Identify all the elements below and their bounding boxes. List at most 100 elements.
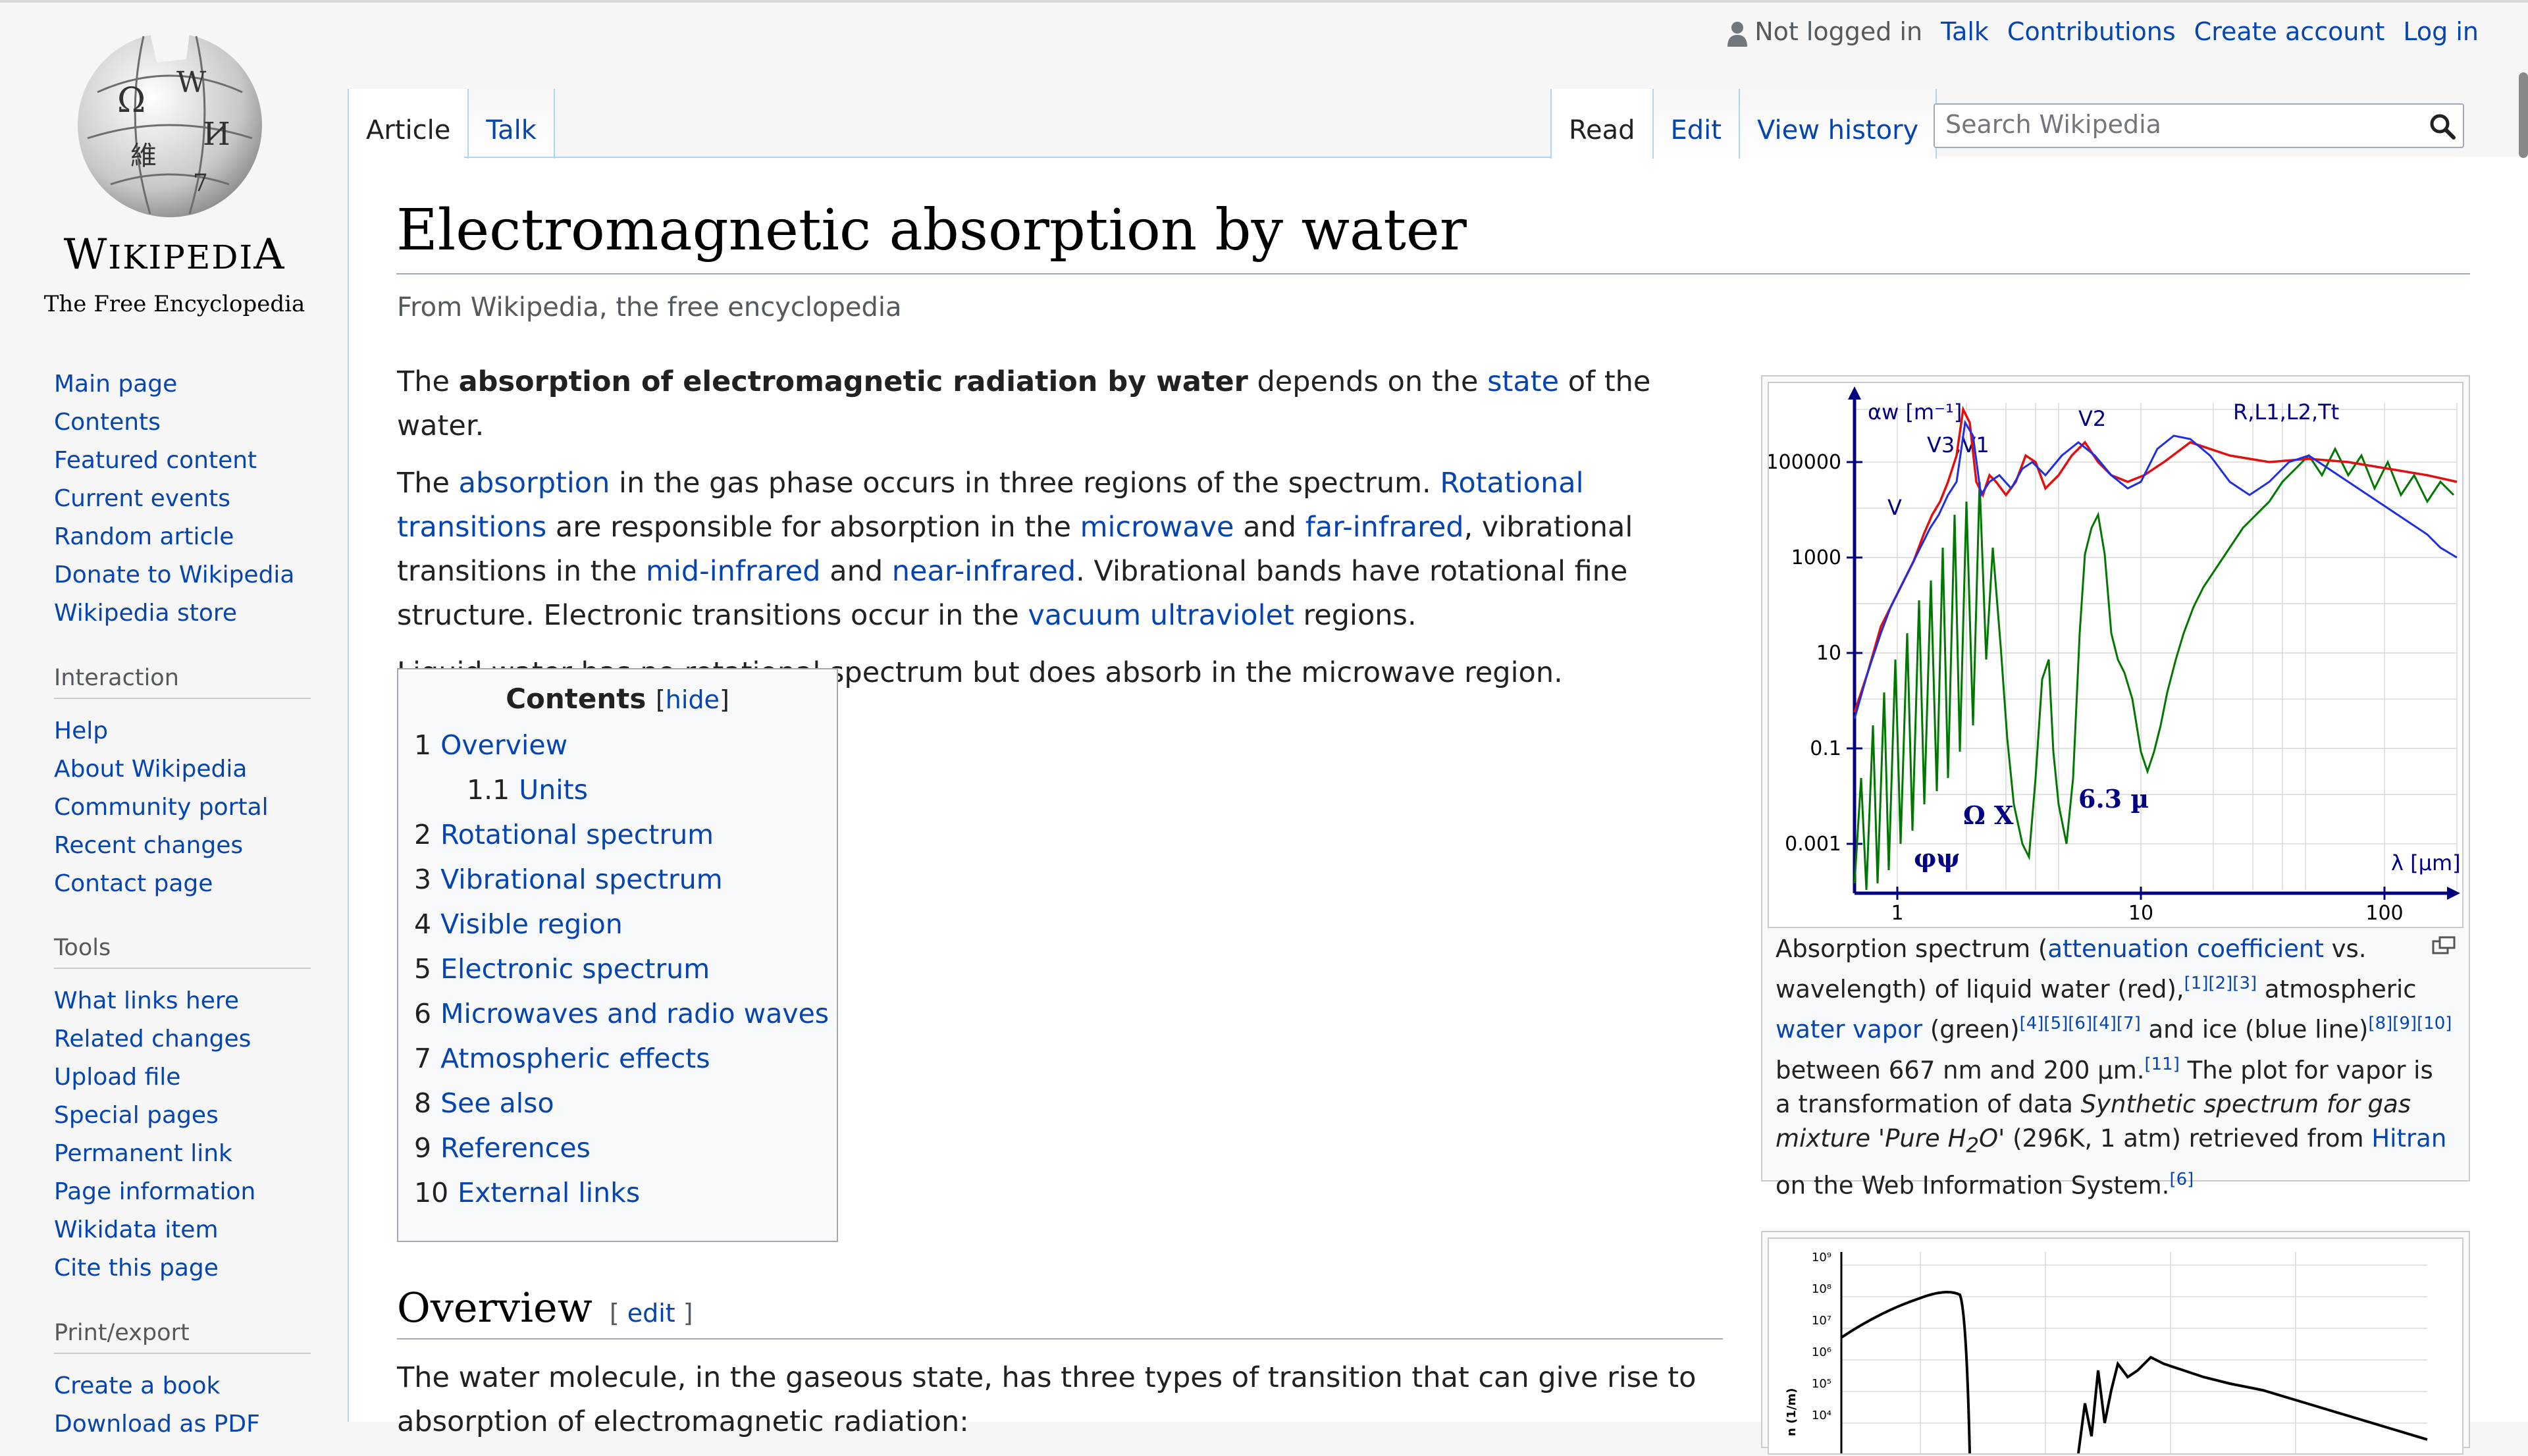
sidebar-item-random-article[interactable]: Random article	[54, 518, 311, 556]
tabs-divider	[464, 157, 1550, 158]
toc-item-units[interactable]: 1.1 Units	[414, 767, 821, 812]
sidebar-item-create-book[interactable]: Create a book	[54, 1367, 311, 1405]
sidebar-interaction: Interaction Help About Wikipedia Communi…	[54, 665, 311, 903]
sidebar-item-special-pages[interactable]: Special pages	[54, 1097, 311, 1135]
not-logged-in-label: Not logged in	[1754, 17, 1923, 46]
sidebar-tools: Tools What links here Related changes Up…	[54, 935, 311, 1287]
toc-hide-link[interactable]: hide	[666, 685, 720, 714]
attenuation-coefficient-link[interactable]: attenuation coefficient	[2047, 935, 2324, 963]
not-logged-in: Not logged in	[1727, 17, 1922, 47]
svg-text:W: W	[176, 66, 207, 99]
microwave-link[interactable]: microwave	[1080, 511, 1234, 544]
overview-rule	[397, 1338, 1723, 1339]
ref-link-1[interactable]: [1][2][3]	[2184, 974, 2257, 993]
y-tick-label: 10⁵	[1812, 1377, 1831, 1391]
x-tick-label: 10	[2128, 902, 2153, 925]
lead-paragraph-1: The absorption of electromagnetic radiat…	[397, 365, 1651, 442]
ref-link-4[interactable]: [11]	[2145, 1054, 2180, 1074]
create-account-link[interactable]: Create account	[2194, 17, 2385, 46]
x-tick-label: 1	[1891, 902, 1903, 925]
tab-view-history[interactable]: View history	[1739, 89, 1937, 159]
sidebar-item-store[interactable]: Wikipedia store	[54, 594, 311, 633]
page-title: Electromagnetic absorption by water	[396, 197, 1467, 263]
logo-tagline: The Free Encyclopedia	[43, 291, 305, 317]
absorption-spectrum-plot: 100000 1000 10 0.1 0.001 1 10 100 αw [m⁻…	[1766, 386, 2461, 925]
toc-item-vibrational-spectrum[interactable]: 3 Vibrational spectrum	[414, 857, 821, 902]
enlarge-icon[interactable]	[2432, 936, 2456, 954]
toc-item-external-links[interactable]: 10 External links	[414, 1170, 821, 1215]
sidebar-item-contact-page[interactable]: Contact page	[54, 865, 311, 903]
mid-infrared-link[interactable]: mid-infrared	[646, 555, 821, 588]
log-in-link[interactable]: Log in	[2403, 17, 2479, 46]
table-of-contents: Contents [hide] 1 Overview 1.1 Units 2 Rota…	[397, 668, 838, 1242]
far-infrared-link[interactable]: far-infrared	[1305, 511, 1464, 544]
sidebar-item-what-links-here[interactable]: What links here	[54, 982, 311, 1020]
annotation-v2: V2	[2078, 406, 2106, 431]
svg-text:И: И	[203, 116, 230, 153]
refractive-index-image[interactable]: 10⁹ 10⁸ 10⁷ 10⁶ 10⁵ 10⁴ n (1/m)	[1768, 1237, 2463, 1455]
search-box	[1934, 103, 2464, 148]
wikipedia-logo[interactable]: Ω W И 維 7 WIKIPEDIA The Free Encyclopedi…	[40, 20, 309, 317]
search-icon[interactable]	[2429, 113, 2456, 140]
overview-edit-link[interactable]: edit	[627, 1299, 675, 1328]
sidebar-item-page-information[interactable]: Page information	[54, 1173, 311, 1211]
tab-edit[interactable]: Edit	[1653, 89, 1740, 159]
state-link[interactable]: state	[1487, 365, 1559, 398]
sidebar-item-contents[interactable]: Contents	[54, 403, 311, 442]
toc-item-visible-region[interactable]: 4 Visible region	[414, 902, 821, 947]
sidebar-item-main-page[interactable]: Main page	[54, 365, 311, 403]
tab-read[interactable]: Read	[1550, 89, 1654, 159]
spectrum-image[interactable]: 100000 1000 10 0.1 0.001 1 10 100 αw [m⁻…	[1766, 382, 2463, 928]
view-tabs: Read Edit View history	[1550, 89, 1937, 159]
user-icon	[1727, 21, 1748, 47]
near-infrared-link[interactable]: near-infrared	[892, 555, 1076, 588]
toc-item-atmospheric-effects[interactable]: 7 Atmospheric effects	[414, 1036, 821, 1081]
toc-item-overview[interactable]: 1 Overview	[414, 723, 821, 767]
annotation-phi-psi: φψ	[1914, 843, 1960, 873]
scrollbar-thumb[interactable]	[2519, 72, 2528, 158]
tab-article[interactable]: Article	[348, 89, 469, 159]
vacuum-ultraviolet-link[interactable]: vacuum ultraviolet	[1028, 599, 1294, 632]
sidebar-item-cite-this-page[interactable]: Cite this page	[54, 1249, 311, 1287]
sidebar-item-about[interactable]: About Wikipedia	[54, 750, 311, 789]
y-axis-label: n (1/m)	[1785, 1388, 1799, 1436]
search-input[interactable]	[1935, 105, 2436, 144]
spectrum-figure: 100000 1000 10 0.1 0.001 1 10 100 αw [m⁻…	[1761, 375, 2470, 1200]
annotation-6-3-micron: 6.3 µ	[2078, 784, 2149, 814]
svg-text:維: 維	[130, 141, 157, 171]
tab-talk[interactable]: Talk	[469, 89, 555, 159]
ref-link-5[interactable]: [6]	[2169, 1170, 2194, 1189]
sidebar-item-permanent-link[interactable]: Permanent link	[54, 1135, 311, 1173]
toc-item-references[interactable]: 9 References	[414, 1126, 821, 1170]
toc-item-see-also[interactable]: 8 See also	[414, 1081, 821, 1126]
sidebar-item-upload-file[interactable]: Upload file	[54, 1058, 311, 1097]
toc-item-microwaves[interactable]: 6 Microwaves and radio waves	[414, 991, 829, 1036]
contributions-link[interactable]: Contributions	[2007, 17, 2176, 46]
sidebar-item-recent-changes[interactable]: Recent changes	[54, 827, 311, 865]
y-tick-label: 100000	[1769, 451, 1841, 474]
sidebar-item-featured-content[interactable]: Featured content	[54, 442, 311, 480]
sidebar-item-current-events[interactable]: Current events	[54, 480, 311, 518]
sidebar-item-help[interactable]: Help	[54, 712, 311, 750]
sidebar-item-wikidata-item[interactable]: Wikidata item	[54, 1211, 311, 1249]
ref-link-2[interactable]: [4][5][6][4][7]	[2020, 1014, 2141, 1033]
interaction-heading: Interaction	[54, 665, 311, 699]
water-vapor-link[interactable]: water vapor	[1776, 1016, 1922, 1044]
ref-link-3[interactable]: [8][9][10]	[2368, 1014, 2452, 1033]
site-subtitle: From Wikipedia, the free encyclopedia	[397, 292, 902, 323]
sidebar-navigation: Main page Contents Featured content Curr…	[54, 365, 311, 633]
sidebar-item-donate[interactable]: Donate to Wikipedia	[54, 556, 311, 594]
sidebar-item-related-changes[interactable]: Related changes	[54, 1020, 311, 1058]
toc-item-electronic-spectrum[interactable]: 5 Electronic spectrum	[414, 947, 821, 991]
y-tick-label: 1000	[1791, 546, 1841, 569]
top-border	[0, 0, 2528, 3]
sidebar-item-community-portal[interactable]: Community portal	[54, 789, 311, 827]
y-tick-label: 10⁹	[1812, 1251, 1831, 1264]
absorption-link[interactable]: absorption	[459, 467, 610, 500]
y-tick-label: 10	[1816, 642, 1841, 665]
x-tick-label: 100	[2365, 902, 2403, 925]
hitran-link[interactable]: Hitran	[2371, 1124, 2446, 1153]
talk-link[interactable]: Talk	[1941, 17, 1989, 46]
toc-item-rotational-spectrum[interactable]: 2 Rotational spectrum	[414, 812, 821, 857]
sidebar-item-download-pdf[interactable]: Download as PDF	[54, 1405, 311, 1443]
